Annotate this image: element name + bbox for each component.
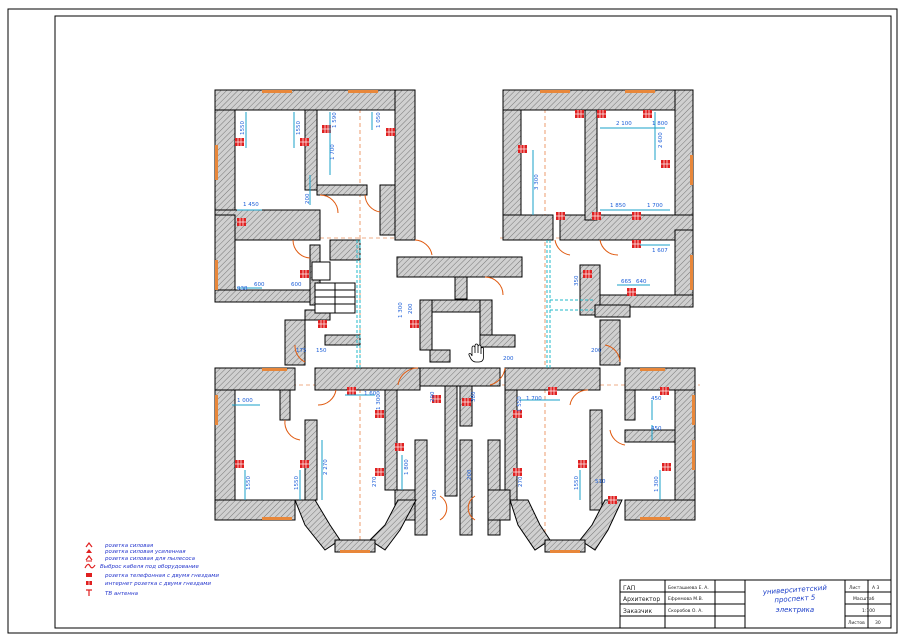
dim-3300: 3 300 xyxy=(534,174,540,190)
dim-665: 665 xyxy=(621,279,632,285)
dim-1550b: 1550 xyxy=(296,121,302,135)
dim-600a: 600 xyxy=(254,282,265,288)
dim-450a: 450 xyxy=(651,396,662,402)
tb-scale-label: Масштаб xyxy=(853,596,875,602)
dim-1607: 1 607 xyxy=(652,248,668,254)
dim-1700b: 1 700 xyxy=(647,203,663,209)
dim-1000: 1 000 xyxy=(237,398,253,404)
dim-350: 350 xyxy=(574,275,580,286)
stairs xyxy=(311,261,356,314)
dim-1300a: 1 300 xyxy=(398,302,404,318)
dim-1550a: 1550 xyxy=(240,121,246,135)
tb-name-1: Бекташиева Е. А. xyxy=(668,585,709,591)
tv-socket-icon xyxy=(86,589,92,596)
tb-name-2: Ефремова М.В. xyxy=(668,596,703,602)
tb-name-3: Скоробов О. А. xyxy=(668,608,703,614)
dim-1700a: 1 700 xyxy=(330,144,336,160)
dim-2600: 2 600 xyxy=(658,132,664,148)
dim-938: 938 xyxy=(237,286,248,292)
grounded-socket-icon xyxy=(86,549,92,553)
tb-role-1: ГАП xyxy=(623,585,635,592)
dim-1550d: 1550 xyxy=(246,476,252,490)
legend-item-3: розетка силовая для пылесоса xyxy=(104,556,196,562)
dim-1550c: 1 550 xyxy=(517,396,523,412)
dim-270a: 270 xyxy=(372,476,378,487)
internet-socket-icon xyxy=(86,581,92,585)
title-block: ГАП Бекташиева Е. А. Архитектор Ефремова… xyxy=(619,579,892,629)
dim-2100: 2 100 xyxy=(616,121,632,127)
dim-1300c: 1 300 xyxy=(654,476,660,492)
hand-cursor-icon xyxy=(468,343,484,363)
walls xyxy=(214,89,696,553)
legend-item-2: розетка силовая усиленная xyxy=(104,549,186,555)
dim-1450: 1 450 xyxy=(243,202,259,208)
tb-sheets-label: Листов xyxy=(848,620,865,626)
legend-item-6: интернет розетка с двумя гнездами xyxy=(105,581,211,587)
dim-450b: 450 xyxy=(651,426,662,432)
dim-290: 290 xyxy=(430,391,436,402)
floor-plan-sheet: 1550 1550 1 590 1 050 1 700 1 450 200 93… xyxy=(7,8,898,634)
tb-sheet-value: А 3 xyxy=(872,585,880,591)
dim-510: 510 xyxy=(595,479,606,485)
water-socket-icon xyxy=(85,555,93,562)
dim-150: 150 xyxy=(316,348,327,354)
dim-640: 640 xyxy=(636,279,647,285)
dim-200d: 200 xyxy=(591,348,602,354)
inner-frame xyxy=(54,15,892,629)
dim-380: 380 xyxy=(471,391,477,402)
cable-outlet-icon xyxy=(84,563,96,569)
dim-1550e: 1550 xyxy=(294,476,300,490)
phone-socket-icon xyxy=(86,573,92,577)
tb-role-2: Архитектор xyxy=(623,596,660,603)
dim-200e: 200 xyxy=(467,469,473,480)
dim-300: 300 xyxy=(432,489,438,500)
dim-1050: 1 050 xyxy=(376,112,382,128)
dim-1300b: 1 300 xyxy=(376,394,382,410)
dim-200b: 200 xyxy=(408,303,414,314)
dim-1590: 1 590 xyxy=(332,112,338,128)
dim-1700c: 1 700 xyxy=(526,396,542,402)
tb-sheet-name: электрика xyxy=(776,606,814,614)
tb-sheets-value: 30 xyxy=(875,620,881,626)
dim-600b: 600 xyxy=(291,282,302,288)
dim-270b: 270 xyxy=(518,476,524,487)
tb-role-3: Заказчик xyxy=(623,608,652,615)
dim-1800: 1 800 xyxy=(652,121,668,127)
dim-1850: 1 850 xyxy=(610,203,626,209)
legend-item-7: TB антенна xyxy=(105,591,139,597)
dim-175: 175 xyxy=(296,348,307,354)
dim-200a: 200 xyxy=(305,193,311,204)
outer-frame xyxy=(7,8,898,634)
legend-item-5: розетка телефонная с двумя гнездами xyxy=(104,573,219,579)
legend: розетка силовая розетка силовая усиленна… xyxy=(84,542,219,597)
dim-1550f: 1550 xyxy=(574,476,580,490)
socket-icon xyxy=(85,542,93,548)
dim-2270: 2 270 xyxy=(323,459,329,475)
tb-sheet-label: Лист xyxy=(849,585,861,591)
dim-200c: 200 xyxy=(503,356,514,362)
tb-scale-value: 1:100 xyxy=(862,608,875,614)
dim-1800b: 1 800 xyxy=(404,459,410,475)
legend-item-4: Выброс кабеля под оборудование xyxy=(100,564,200,570)
